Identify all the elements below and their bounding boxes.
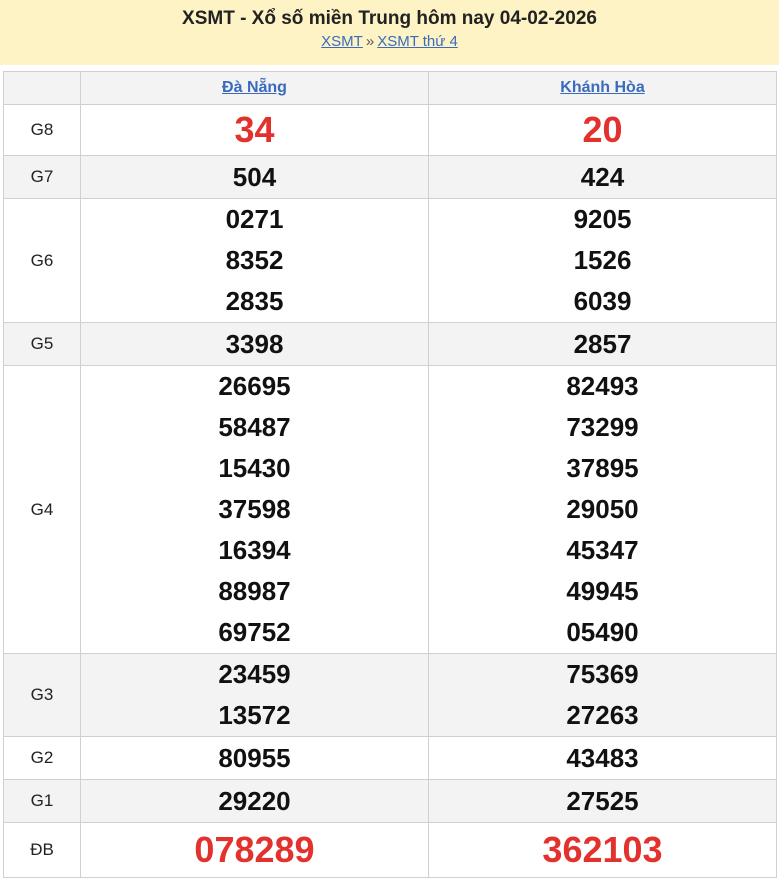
prize-row-g1: G1 29220 27525	[3, 779, 777, 823]
result-number: 9205	[573, 204, 632, 234]
result-cell: 078289	[80, 822, 429, 878]
result-number: 29050	[566, 494, 639, 524]
result-number: 2835	[225, 286, 284, 316]
result-cell: 75369 27263	[428, 653, 777, 737]
result-cell: 82493 73299 37895 29050 45347 49945 0549…	[428, 365, 777, 654]
result-cell: 424	[428, 155, 777, 199]
result-cell: 26695 58487 15430 37598 16394 88987 6975…	[80, 365, 429, 654]
province-link-da-nang[interactable]: Đà Nẵng	[222, 79, 287, 96]
result-number: 49945	[566, 576, 639, 606]
page-header: XSMT - Xổ số miền Trung hôm nay 04-02-20…	[0, 0, 779, 65]
results-table: Đà Nẵng Khánh Hòa G8 34 20 G7 504 424 G6…	[3, 71, 777, 878]
result-cell: 80955	[80, 736, 429, 780]
prize-row-g2: G2 80955 43483	[3, 736, 777, 780]
result-number: 29220	[218, 786, 291, 816]
province-header-row: Đà Nẵng Khánh Hòa	[3, 71, 777, 105]
prize-row-g4: G4 26695 58487 15430 37598 16394 88987 6…	[3, 365, 777, 654]
result-number: 0271	[225, 204, 284, 234]
result-number: 73299	[566, 412, 639, 442]
result-number: 37895	[566, 453, 639, 483]
result-number: 2857	[573, 329, 632, 359]
result-number: 05490	[566, 617, 639, 647]
result-number: 15430	[218, 453, 291, 483]
result-cell: 504	[80, 155, 429, 199]
header-corner-cell	[3, 71, 81, 105]
prize-label: G5	[3, 322, 81, 366]
result-number: 3398	[225, 329, 284, 359]
result-number: 82493	[566, 371, 639, 401]
prize-row-g6: G6 0271 8352 2835 9205 1526 6039	[3, 198, 777, 323]
breadcrumb-link-xsmt-thu-4[interactable]: XSMT thứ 4	[377, 33, 458, 50]
province-header-cell: Đà Nẵng	[80, 71, 429, 105]
result-number: 23459	[218, 659, 291, 689]
result-number: 43483	[566, 743, 639, 773]
result-number: 27525	[566, 786, 639, 816]
result-number: 45347	[566, 535, 639, 565]
province-link-khanh-hoa[interactable]: Khánh Hòa	[560, 79, 644, 96]
result-number: 27263	[566, 700, 639, 730]
jackpot-number: 078289	[194, 829, 315, 870]
prize-label: G3	[3, 653, 81, 737]
prize-row-special: ĐB 078289 362103	[3, 822, 777, 878]
result-number: 6039	[573, 286, 632, 316]
result-number: 1526	[573, 245, 632, 275]
prize-label: G1	[3, 779, 81, 823]
breadcrumb-separator: »	[365, 33, 375, 50]
prize-label: G7	[3, 155, 81, 199]
prize-row-g8: G8 34 20	[3, 104, 777, 156]
result-number: 504	[232, 162, 277, 192]
result-cell: 34	[80, 104, 429, 156]
result-number: 26695	[218, 371, 291, 401]
prize-row-g5: G5 3398 2857	[3, 322, 777, 366]
result-number: 13572	[218, 700, 291, 730]
result-number: 80955	[218, 743, 291, 773]
result-number: 75369	[566, 659, 639, 689]
result-cell: 9205 1526 6039	[428, 198, 777, 323]
result-number: 34	[234, 109, 275, 150]
province-header-cell: Khánh Hòa	[428, 71, 777, 105]
page-title: XSMT - Xổ số miền Trung hôm nay 04-02-20…	[182, 8, 597, 29]
breadcrumb-link-xsmt[interactable]: XSMT	[321, 33, 363, 50]
jackpot-number: 362103	[542, 829, 663, 870]
result-cell: 23459 13572	[80, 653, 429, 737]
result-cell: 3398	[80, 322, 429, 366]
result-cell: 362103	[428, 822, 777, 878]
result-number: 424	[580, 162, 625, 192]
prize-label: G2	[3, 736, 81, 780]
result-number: 37598	[218, 494, 291, 524]
breadcrumb: XSMT» XSMT thứ 4	[0, 33, 779, 51]
prize-label: ĐB	[3, 822, 81, 878]
result-cell: 2857	[428, 322, 777, 366]
prize-row-g7: G7 504 424	[3, 155, 777, 199]
prize-label: G8	[3, 104, 81, 156]
result-number: 69752	[218, 617, 291, 647]
result-cell: 29220	[80, 779, 429, 823]
prize-row-g3: G3 23459 13572 75369 27263	[3, 653, 777, 737]
result-cell: 43483	[428, 736, 777, 780]
result-cell: 20	[428, 104, 777, 156]
result-number: 20	[582, 109, 623, 150]
result-number: 88987	[218, 576, 291, 606]
result-number: 16394	[218, 535, 291, 565]
result-cell: 27525	[428, 779, 777, 823]
prize-label: G4	[3, 365, 81, 654]
prize-label: G6	[3, 198, 81, 323]
result-number: 8352	[225, 245, 284, 275]
result-cell: 0271 8352 2835	[80, 198, 429, 323]
result-number: 58487	[218, 412, 291, 442]
